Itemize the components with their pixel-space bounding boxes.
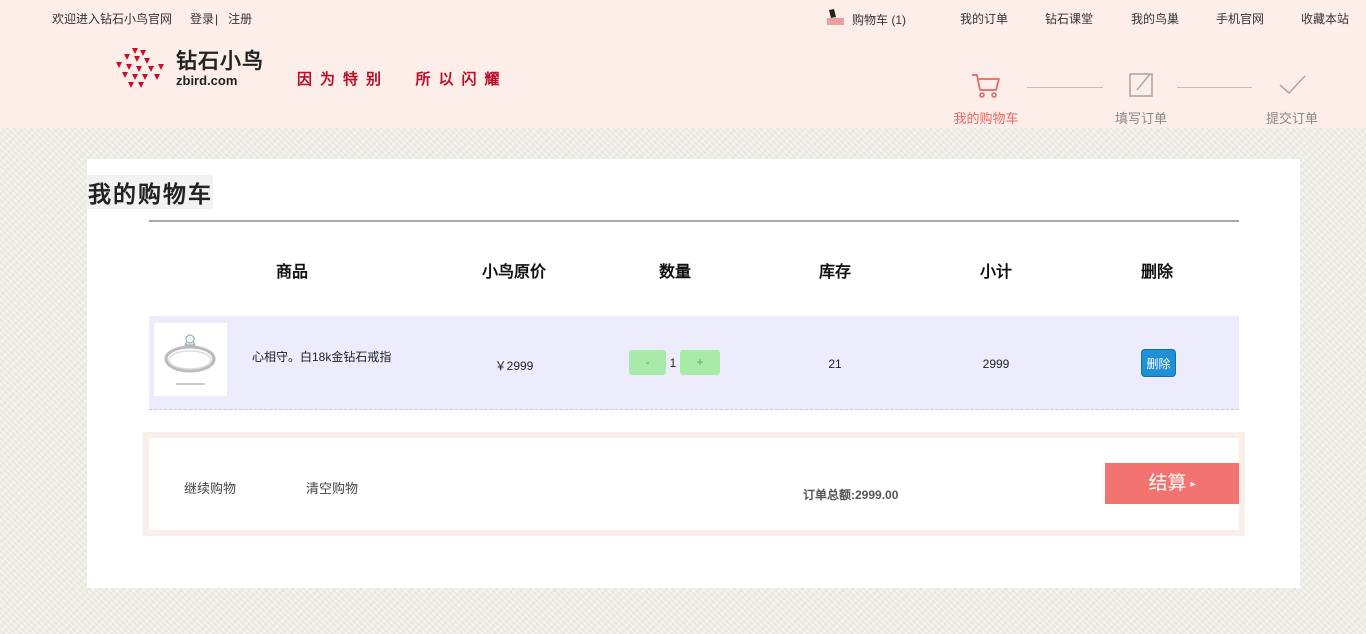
step-submit-order: 提交订单 — [1252, 68, 1332, 127]
product-price: ￥2999 — [494, 359, 534, 373]
topbar-right: 购物车 (1) 我的订单 钻石课堂 我的鸟巢 手机官网 收藏本站 — [0, 9, 1366, 28]
cart-panel: 我的购物车 商品 小鸟原价 数量 库存 小计 删除 心相守。白18k金钻石戒指 … — [87, 159, 1300, 588]
step-fill-order: 填写订单 — [1101, 68, 1181, 127]
mobile-site-link[interactable]: 手机官网 — [1216, 10, 1264, 27]
site-header: 欢迎进入钻石小鸟官网 登录 | 注册 购物车 (1) 我的订单 钻石课堂 我的鸟… — [0, 0, 1366, 128]
increase-quantity-button[interactable]: + — [680, 350, 720, 375]
mini-cart-label: 购物车 (1) — [852, 12, 907, 27]
continue-shopping-link[interactable]: 继续购物 — [184, 478, 236, 497]
mini-cart-icon — [827, 9, 844, 25]
product-name[interactable]: 心相守。白18k金钻石戒指 — [252, 348, 391, 365]
column-header-stock: 库存 — [818, 264, 851, 281]
column-header-quantity: 数量 — [658, 264, 691, 281]
check-icon — [1279, 75, 1306, 95]
checkout-button[interactable]: 结算 ▸ — [1105, 463, 1239, 504]
checkout-progress: 我的购物车 填写订单 提交订单 — [0, 68, 1366, 128]
classroom-link[interactable]: 钻石课堂 — [1045, 10, 1093, 27]
my-nest-link[interactable]: 我的鸟巢 — [1131, 10, 1179, 27]
step-connector — [1027, 87, 1103, 88]
column-header-subtotal: 小计 — [979, 264, 1012, 281]
checkout-label: 结算 — [1148, 473, 1187, 494]
cart-item-row: 心相守。白18k金钻石戒指 ￥2999 - 1 + 21 2999 删除 — [149, 316, 1239, 410]
stock-value: 21 — [828, 357, 842, 371]
step-connector — [1177, 87, 1252, 88]
ring-image — [164, 333, 216, 385]
delete-item-button[interactable]: 删除 — [1141, 349, 1176, 377]
my-orders-link[interactable]: 我的订单 — [960, 10, 1008, 27]
step-label: 填写订单 — [1114, 111, 1167, 126]
step-label: 提交订单 — [1265, 111, 1318, 126]
play-arrow-icon: ▸ — [1190, 479, 1196, 490]
divider — [149, 220, 1239, 222]
mini-cart-link[interactable]: 购物车 (1) — [826, 9, 907, 28]
clear-cart-link[interactable]: 清空购物 — [306, 478, 358, 497]
edit-icon — [1129, 73, 1153, 97]
column-header-price: 小鸟原价 — [481, 264, 546, 281]
quantity-stepper: - 1 + — [629, 350, 720, 375]
product-thumbnail[interactable] — [154, 323, 227, 396]
decrease-quantity-button[interactable]: - — [629, 350, 666, 375]
cart-icon — [972, 74, 1000, 98]
step-my-cart: 我的购物车 — [946, 68, 1026, 127]
page-title: 我的购物车 — [87, 175, 213, 209]
step-label: 我的购物车 — [953, 111, 1019, 126]
bookmark-link[interactable]: 收藏本站 — [1301, 10, 1349, 27]
cart-summary: 继续购物 清空购物 订单总额:2999.00 结算 ▸ — [143, 432, 1245, 536]
subtotal-value: 2999 — [982, 357, 1010, 371]
order-total: 订单总额:2999.00 — [803, 488, 899, 502]
column-header-delete: 删除 — [1140, 264, 1173, 281]
quantity-value[interactable]: 1 — [666, 356, 680, 370]
column-header-product: 商品 — [275, 264, 308, 281]
